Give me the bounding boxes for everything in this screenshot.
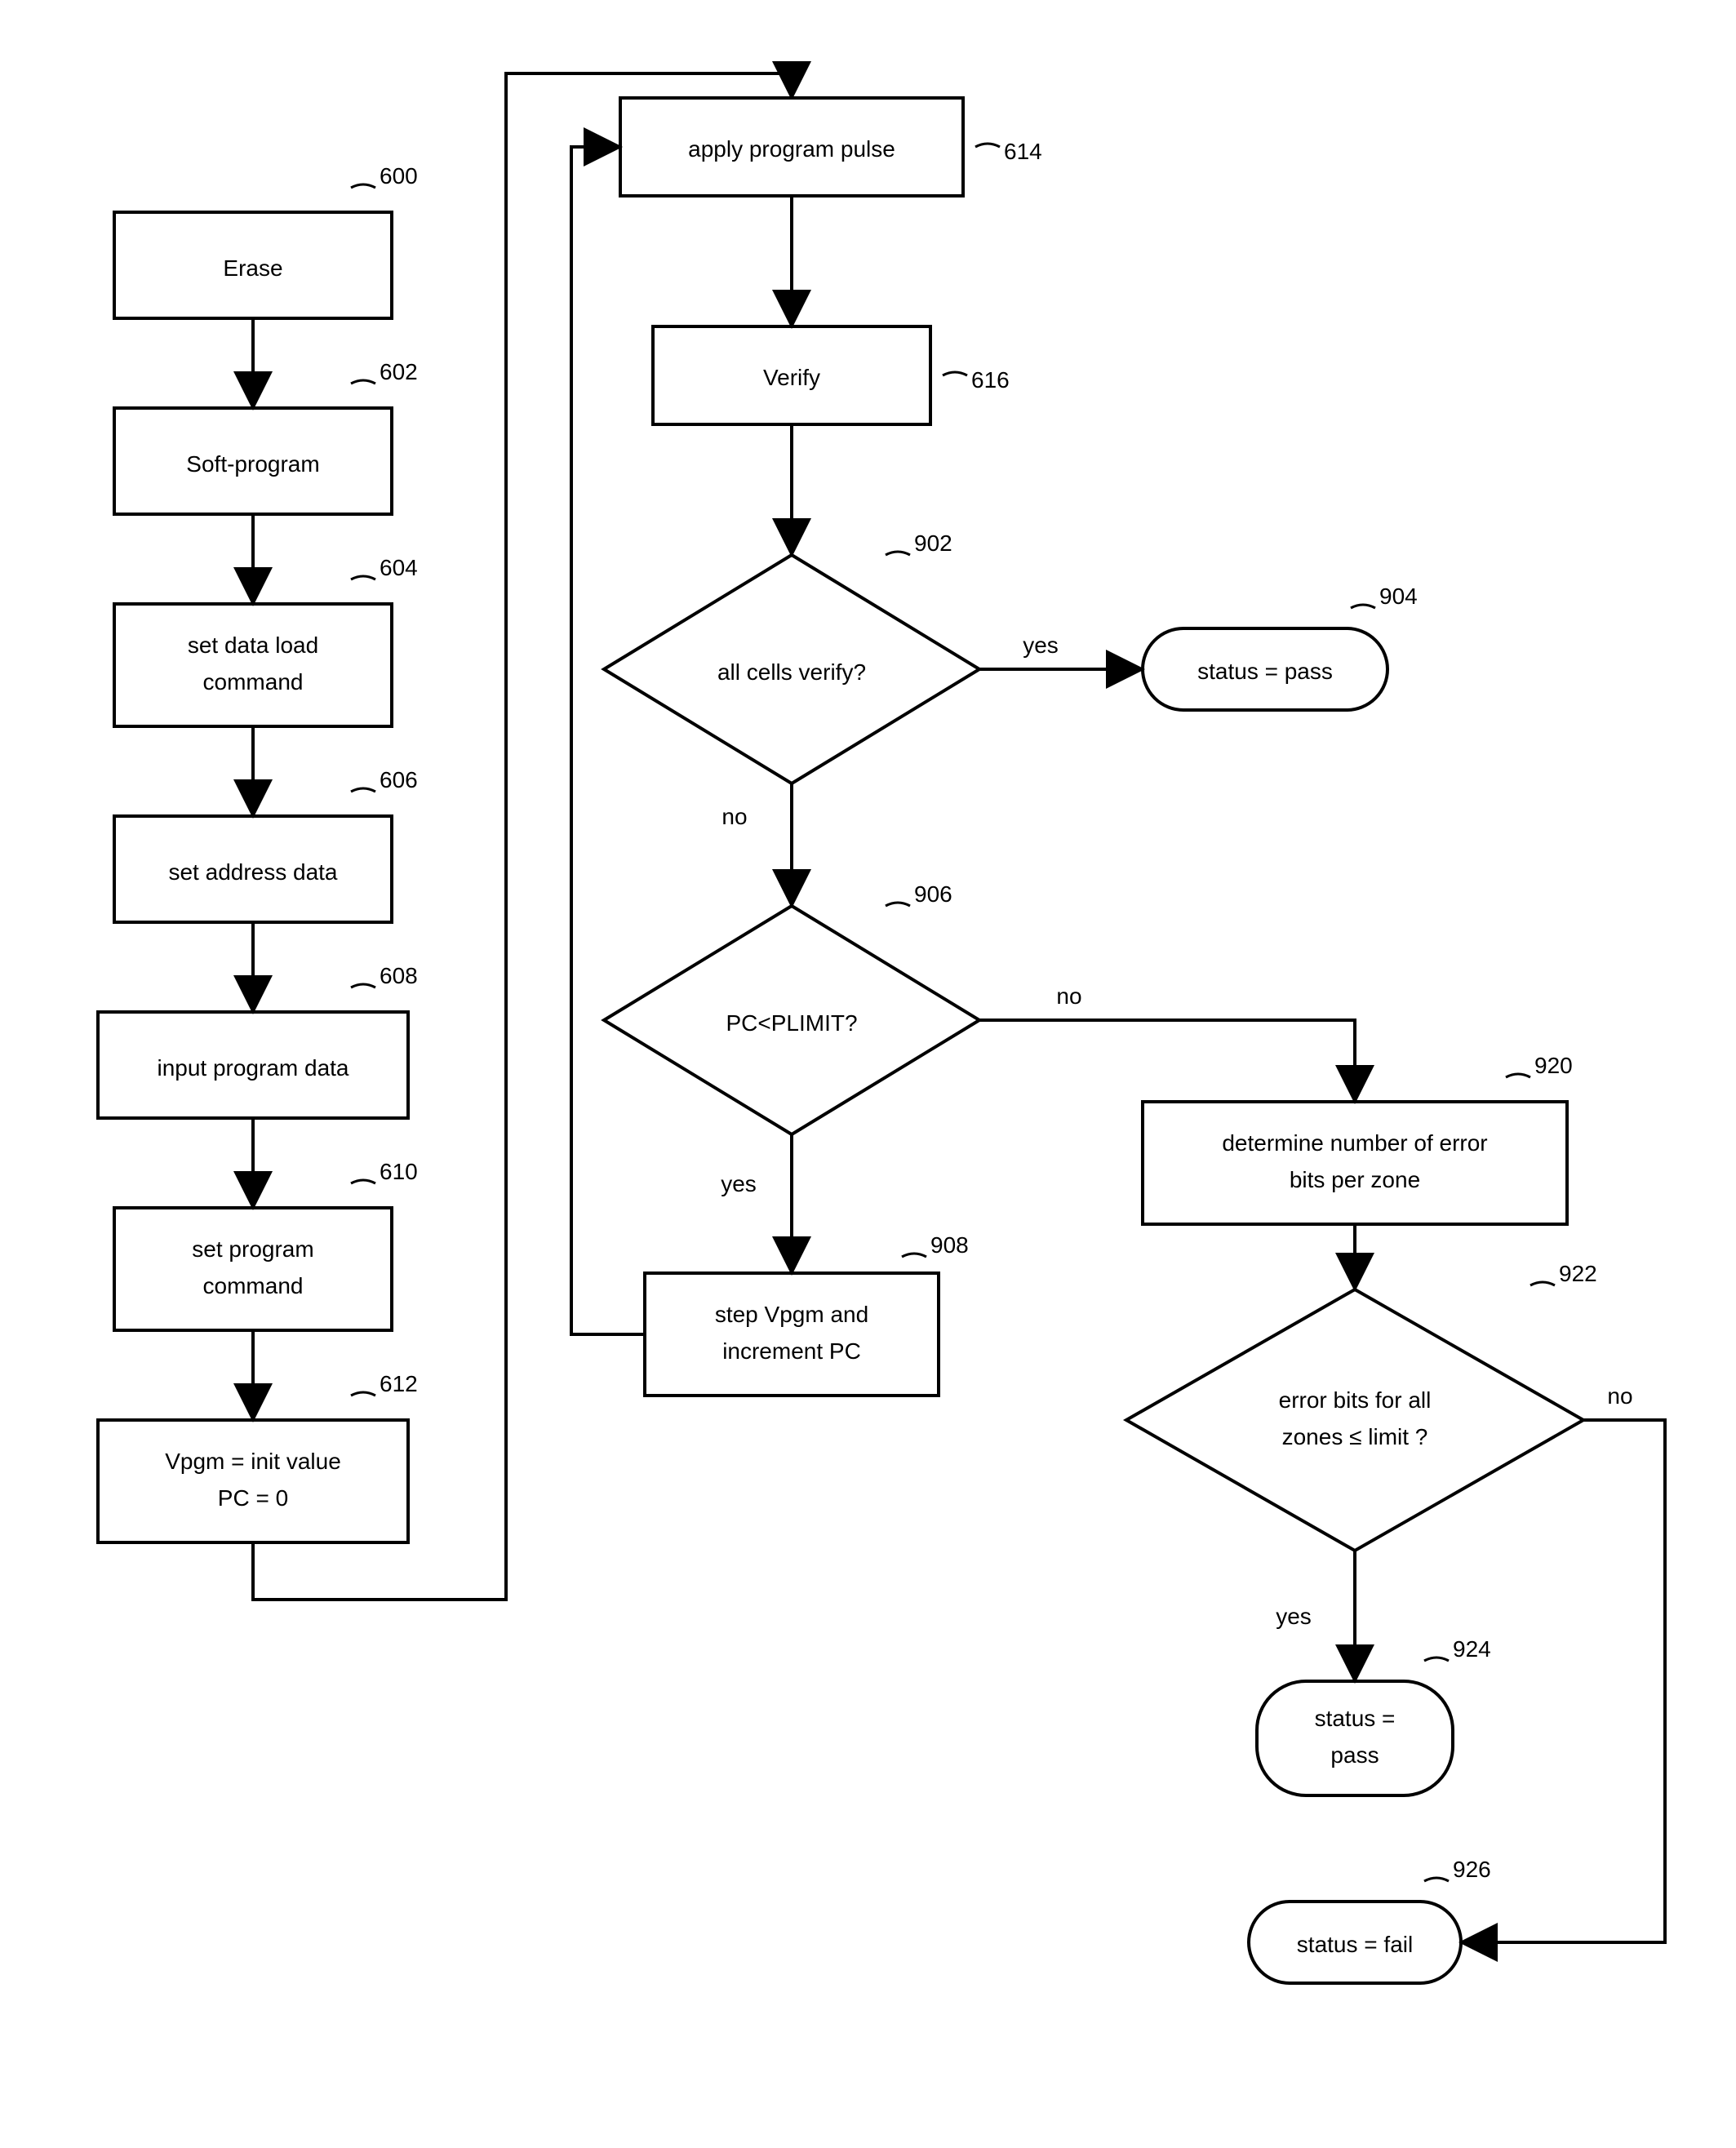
node-set-data-load-line2: command: [203, 669, 304, 695]
node-status-pass-904: status = pass 904: [1143, 584, 1418, 710]
ref-610: 610: [380, 1159, 418, 1184]
node-set-address-text: set address data: [168, 859, 337, 885]
node-input-program-data-text: input program data: [157, 1055, 349, 1081]
node-apply-program-pulse: apply program pulse 614: [620, 98, 1042, 196]
node-status-fail: status = fail 926: [1249, 1857, 1491, 1983]
node-step-vpgm-line2: increment PC: [722, 1338, 861, 1364]
node-set-data-load-line1: set data load: [188, 632, 318, 658]
node-init-vpgm: Vpgm = init value PC = 0 612: [98, 1371, 418, 1542]
ref-602: 602: [380, 359, 418, 384]
node-status-pass-904-text: status = pass: [1197, 659, 1333, 684]
node-determine-error-bits: determine number of error bits per zone …: [1143, 1053, 1573, 1224]
edge-906-920: [979, 1020, 1355, 1098]
label-902-no: no: [721, 804, 747, 829]
node-verify: Verify 616: [653, 326, 1010, 424]
label-906-no: no: [1056, 983, 1081, 1009]
node-apply-program-pulse-text: apply program pulse: [688, 136, 895, 162]
node-set-data-load: set data load command 604: [114, 555, 418, 726]
node-status-pass-924-line2: pass: [1330, 1742, 1379, 1768]
ref-906: 906: [914, 881, 952, 907]
label-902-yes: yes: [1023, 632, 1059, 658]
node-init-vpgm-line1: Vpgm = init value: [165, 1449, 341, 1474]
node-verify-text: Verify: [763, 365, 820, 390]
node-step-vpgm-line1: step Vpgm and: [715, 1302, 868, 1327]
node-step-vpgm: step Vpgm and increment PC 908: [645, 1232, 969, 1396]
edge-908-614: [571, 147, 645, 1334]
node-determine-error-bits-line1: determine number of error: [1222, 1130, 1487, 1156]
node-pc-plimit: PC<PLIMIT? 906: [604, 881, 979, 1134]
ref-920: 920: [1534, 1053, 1573, 1078]
node-pc-plimit-text: PC<PLIMIT?: [726, 1010, 857, 1036]
node-set-program-command-line1: set program: [192, 1236, 313, 1262]
node-erase: Erase 600: [114, 163, 418, 318]
node-status-pass-924: status = pass 924: [1257, 1636, 1491, 1795]
ref-616: 616: [971, 367, 1010, 393]
node-error-bits-limit: error bits for all zones ≤ limit ? 922: [1126, 1261, 1597, 1551]
ref-608: 608: [380, 963, 418, 988]
ref-924: 924: [1453, 1636, 1491, 1662]
label-922-no: no: [1607, 1383, 1632, 1409]
node-all-cells-verify: all cells verify? 902: [604, 530, 979, 783]
ref-614: 614: [1004, 139, 1042, 164]
node-set-address: set address data 606: [114, 767, 418, 922]
ref-908: 908: [930, 1232, 969, 1258]
node-error-bits-limit-line2: zones ≤ limit ?: [1282, 1424, 1428, 1449]
node-all-cells-verify-text: all cells verify?: [717, 659, 866, 685]
label-906-yes: yes: [721, 1171, 757, 1196]
node-erase-text: Erase: [223, 255, 282, 281]
node-input-program-data: input program data 608: [98, 963, 418, 1118]
node-init-vpgm-line2: PC = 0: [218, 1485, 288, 1511]
ref-902: 902: [914, 530, 952, 556]
ref-612: 612: [380, 1371, 418, 1396]
ref-600: 600: [380, 163, 418, 189]
node-set-program-command-line2: command: [203, 1273, 304, 1298]
ref-904: 904: [1379, 584, 1418, 609]
node-status-fail-text: status = fail: [1297, 1932, 1413, 1957]
ref-606: 606: [380, 767, 418, 792]
node-error-bits-limit-line1: error bits for all: [1279, 1387, 1432, 1413]
ref-922: 922: [1559, 1261, 1597, 1286]
node-determine-error-bits-line2: bits per zone: [1290, 1167, 1420, 1192]
label-922-yes: yes: [1276, 1604, 1312, 1629]
node-soft-program-text: Soft-program: [186, 451, 319, 477]
edge-922-926: [1465, 1420, 1665, 1942]
node-status-pass-924-line1: status =: [1315, 1706, 1396, 1731]
flowchart-diagram: Erase 600 Soft-program 602 set data load…: [0, 0, 1736, 2148]
node-set-program-command: set program command 610: [114, 1159, 418, 1330]
ref-604: 604: [380, 555, 418, 580]
node-soft-program: Soft-program 602: [114, 359, 418, 514]
ref-926: 926: [1453, 1857, 1491, 1882]
